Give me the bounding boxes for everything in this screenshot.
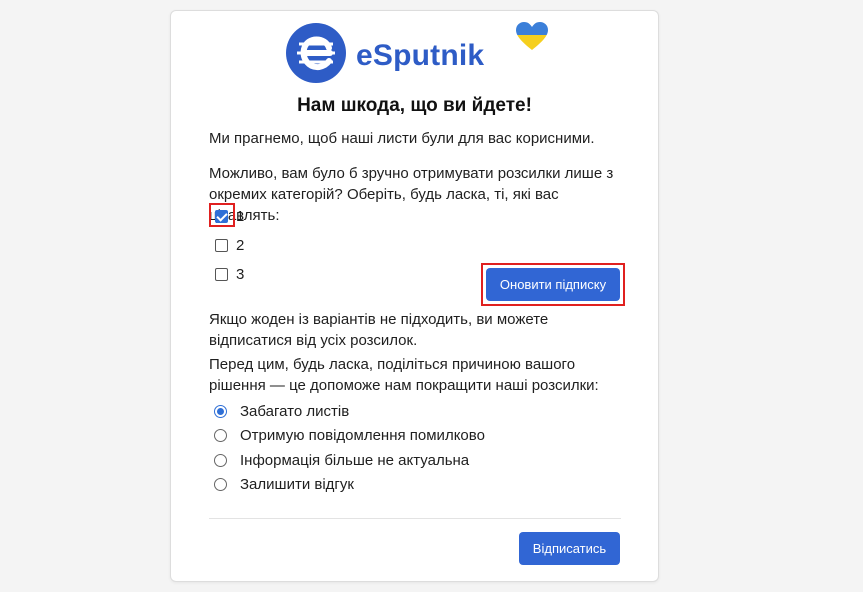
logo: eSputnik (171, 11, 658, 91)
unsubscribe-note: Якщо жоден із варіантів не підходить, ви… (209, 311, 549, 349)
reason-radio-2[interactable] (214, 428, 227, 442)
reason-radio-4[interactable] (214, 477, 227, 491)
reason-option-not-relevant[interactable]: Інформація більше не актуальна (214, 449, 469, 471)
highlight-box-checkbox (209, 203, 235, 227)
category-checkbox-3[interactable] (215, 267, 228, 281)
intro-text: Ми прагнемо, щоб наші листи були для вас… (209, 130, 595, 147)
category-label-1: 1 (236, 207, 245, 225)
reason-label-3: Інформація більше не актуальна (240, 451, 470, 469)
reason-prompt: Перед цим, будь ласка, поділіться причин… (209, 356, 599, 394)
category-option-3[interactable]: 3 (215, 264, 244, 284)
divider (209, 518, 621, 519)
reason-option-mistake[interactable]: Отримую повідомлення помилково (214, 424, 485, 446)
reason-label-4: Залишити відгук (240, 475, 354, 493)
highlight-box-button (481, 263, 625, 306)
brand-name: eSputnik (356, 39, 485, 72)
unsubscribe-button[interactable]: Відписатись (519, 532, 620, 565)
categories-prompt: Можливо, вам було б зручно отримувати ро… (209, 165, 614, 224)
reason-label-2: Отримую повідомлення помилково (240, 426, 485, 444)
category-label-2: 2 (236, 236, 245, 254)
reason-option-feedback[interactable]: Залишити відгук (214, 473, 354, 495)
reason-radio-1[interactable] (214, 404, 227, 418)
unsubscribe-card: eSputnik Нам шкода, що ви йдете! Ми праг… (170, 10, 659, 582)
ukraine-heart-icon (516, 22, 548, 50)
esputnik-logo-icon (286, 23, 346, 83)
reason-option-too-many[interactable]: Забагато листів (214, 400, 349, 422)
category-option-2[interactable]: 2 (215, 235, 244, 255)
category-label-3: 3 (236, 265, 245, 283)
page-title: Нам шкода, що ви йдете! (297, 95, 532, 116)
reason-label-1: Забагато листів (240, 402, 350, 420)
reason-radio-3[interactable] (214, 453, 227, 467)
category-checkbox-2[interactable] (215, 238, 228, 252)
